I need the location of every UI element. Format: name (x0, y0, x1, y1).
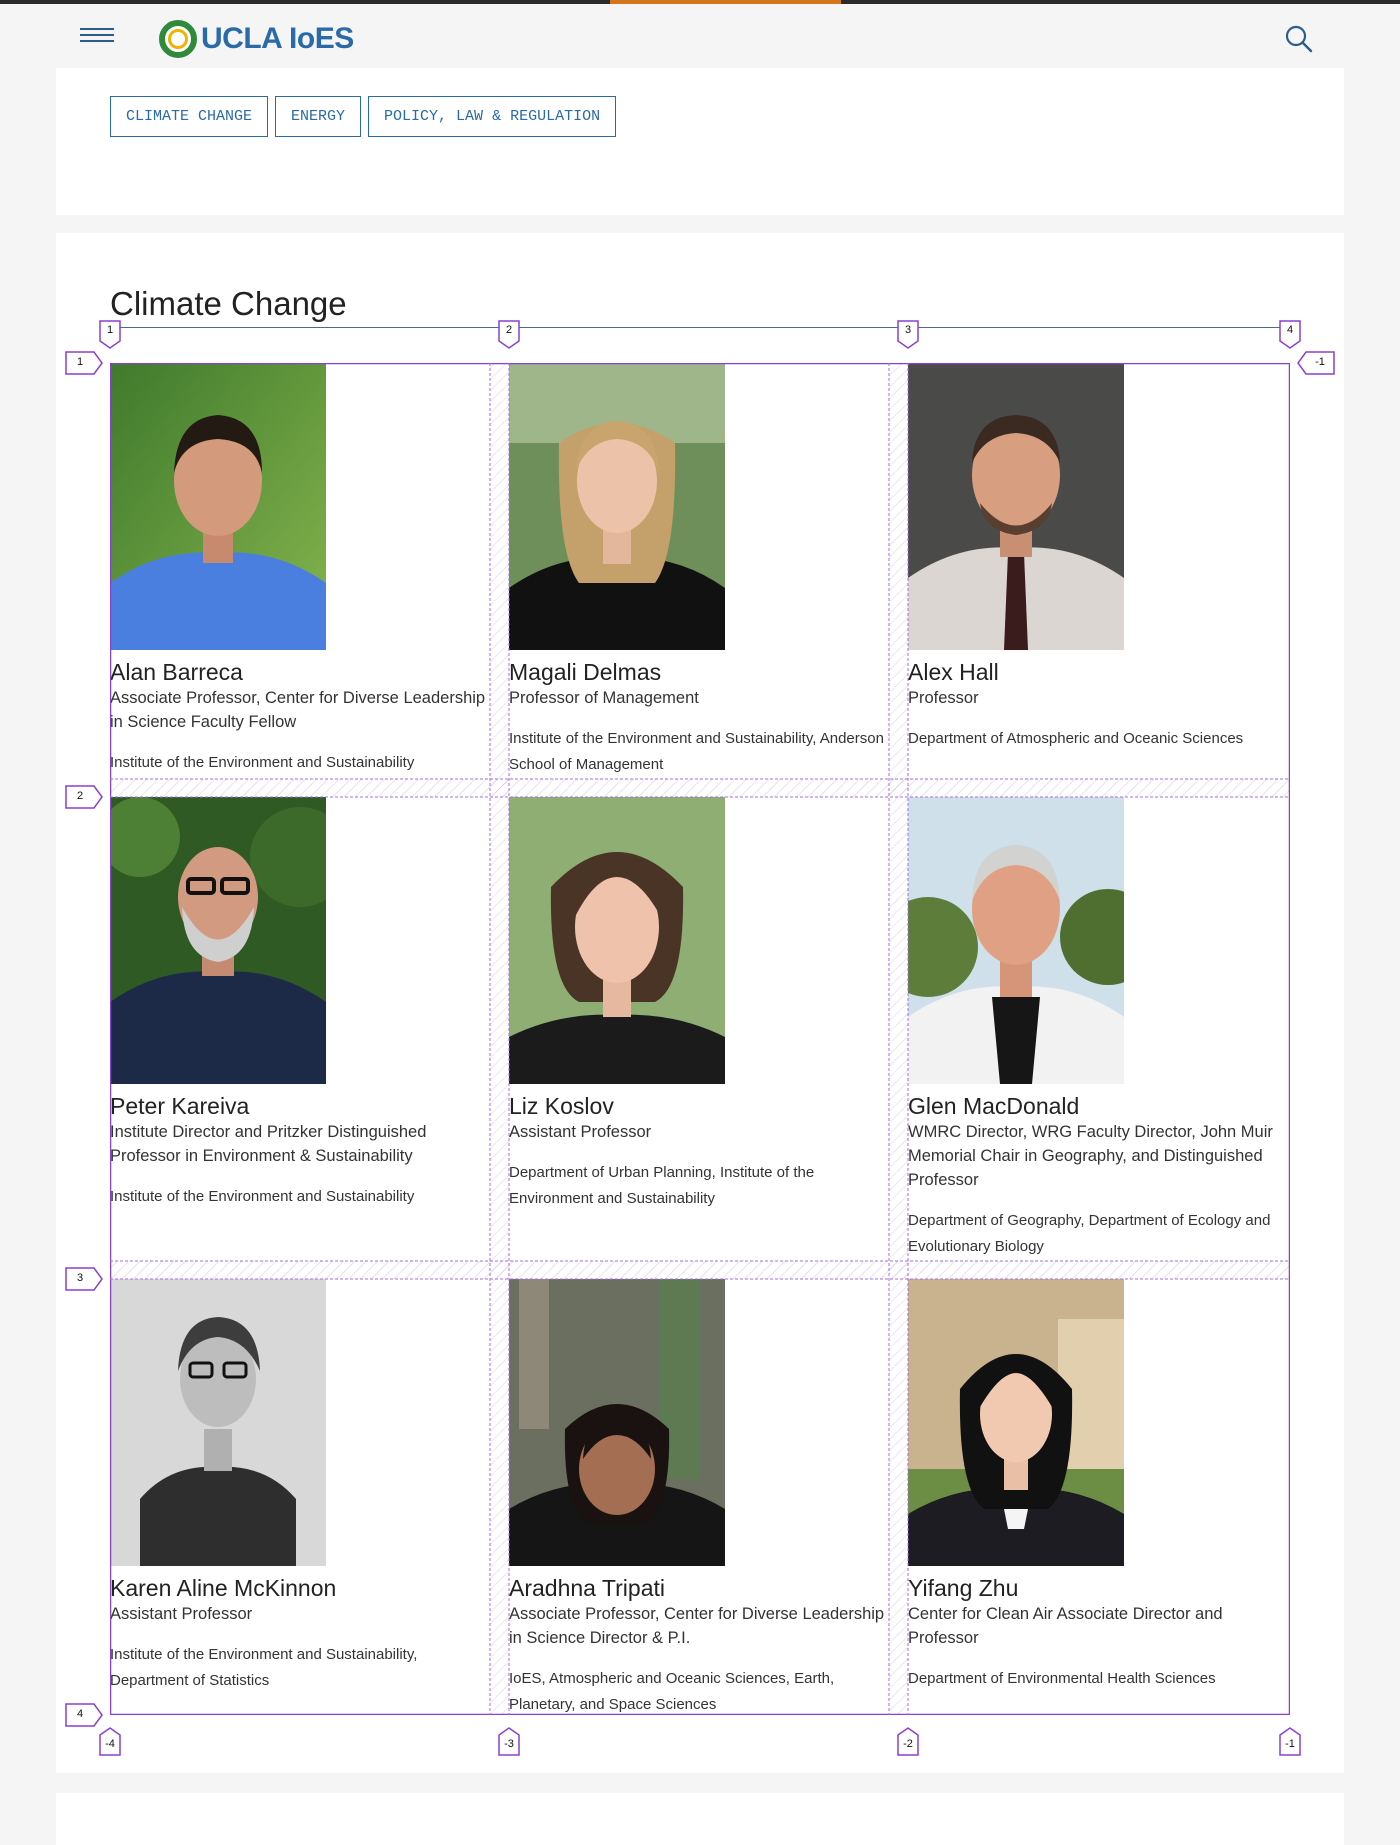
person-title: Professor of Management (509, 689, 699, 707)
hamburger-menu-icon[interactable] (80, 26, 114, 46)
topic-tags: CLIMATE CHANGE ENERGY POLICY, LAW & REGU… (110, 96, 617, 137)
person-title: Assistant Professor (509, 1123, 652, 1141)
person-department: IoES, Atmospheric and Oceanic Sciences, … (509, 1670, 835, 1713)
person-title: WMRC Director, WRG Faculty Director, Joh… (908, 1123, 1273, 1189)
people-section: Climate Change Alan Barreca Associate Pr… (56, 233, 1344, 1773)
person-title: Institute Director and Pritzker Distingu… (110, 1123, 427, 1165)
person-card[interactable]: Alan Barreca Associate Professor, Center… (110, 363, 490, 776)
person-photo (908, 363, 1124, 650)
grid-row-label: 2 (64, 784, 104, 810)
person-card[interactable]: Peter Kareiva Institute Director and Pri… (110, 797, 490, 1210)
person-name[interactable]: Peter Kareiva (110, 1092, 490, 1120)
person-department: Institute of the Environment and Sustain… (110, 754, 415, 771)
next-section-card (56, 1793, 1344, 1845)
grid-col-label: -4 (98, 1727, 122, 1757)
tag-climate-change[interactable]: CLIMATE CHANGE (110, 96, 269, 137)
person-name[interactable]: Alan Barreca (110, 658, 490, 686)
search-icon[interactable] (1284, 24, 1314, 54)
grid-row-label: -1 (1296, 350, 1336, 376)
person-name[interactable]: Alex Hall (908, 658, 1290, 686)
title-divider (110, 327, 1290, 328)
person-card[interactable]: Liz Koslov Assistant Professor Departmen… (509, 797, 889, 1212)
person-department: Department of Urban Planning, Institute … (509, 1164, 815, 1207)
logo-ring-icon (159, 20, 197, 58)
grid-col-label: -2 (896, 1727, 920, 1757)
person-card[interactable]: Karen Aline McKinnon Assistant Professor… (110, 1279, 490, 1694)
tags-card: CLIMATE CHANGE ENERGY POLICY, LAW & REGU… (56, 68, 1344, 215)
person-department: Department of Geography, Department of E… (908, 1212, 1271, 1255)
person-name[interactable]: Magali Delmas (509, 658, 889, 686)
person-photo (110, 797, 326, 1084)
grid-row-label: 3 (64, 1266, 104, 1292)
person-name[interactable]: Glen MacDonald (908, 1092, 1290, 1120)
person-card[interactable]: Alex Hall Professor Department of Atmosp… (908, 363, 1290, 752)
person-name[interactable]: Aradhna Tripati (509, 1574, 889, 1602)
person-department: Department of Atmospheric and Oceanic Sc… (908, 730, 1244, 747)
grid-col-label: -1 (1278, 1727, 1302, 1757)
grid-col-label: 4 (1278, 319, 1302, 349)
person-card[interactable]: Aradhna Tripati Associate Professor, Cen… (509, 1279, 889, 1718)
grid-col-label: 2 (497, 319, 521, 349)
grid-col-label: -3 (497, 1727, 521, 1757)
person-title: Professor (908, 689, 979, 707)
people-grid: Alan Barreca Associate Professor, Center… (65, 320, 1335, 1756)
person-photo (509, 797, 725, 1084)
person-department: Department of Environmental Health Scien… (908, 1670, 1216, 1687)
grid-col-label: 3 (896, 319, 920, 349)
person-photo (509, 1279, 725, 1566)
person-name[interactable]: Karen Aline McKinnon (110, 1574, 490, 1602)
person-photo (908, 797, 1124, 1084)
person-department: Institute of the Environment and Sustain… (110, 1188, 415, 1205)
person-card[interactable]: Glen MacDonald WMRC Director, WRG Facult… (908, 797, 1290, 1260)
site-logo[interactable]: UCLA IoES (159, 18, 354, 60)
site-header: UCLA IoES (0, 4, 1400, 70)
person-title: Assistant Professor (110, 1605, 253, 1623)
tag-policy-law-regulation[interactable]: POLICY, LAW & REGULATION (368, 96, 617, 137)
person-name[interactable]: Liz Koslov (509, 1092, 889, 1120)
grid-col-label: 1 (98, 319, 122, 349)
person-photo (110, 363, 326, 650)
tag-energy[interactable]: ENERGY (275, 96, 362, 137)
person-title: Associate Professor, Center for Diverse … (509, 1605, 885, 1647)
person-name[interactable]: Yifang Zhu (908, 1574, 1290, 1602)
person-title: Center for Clean Air Associate Director … (908, 1605, 1223, 1647)
person-department: Institute of the Environment and Sustain… (509, 730, 884, 773)
person-photo (908, 1279, 1124, 1566)
person-department: Institute of the Environment and Sustain… (110, 1646, 418, 1689)
person-photo (110, 1279, 326, 1566)
person-card[interactable]: Yifang Zhu Center for Clean Air Associat… (908, 1279, 1290, 1692)
grid-row-label: 4 (64, 1702, 104, 1728)
logo-text: UCLA IoES (201, 22, 354, 55)
grid-row-label: 1 (64, 350, 104, 376)
person-title: Associate Professor, Center for Diverse … (110, 689, 486, 731)
person-card[interactable]: Magali Delmas Professor of Management In… (509, 363, 889, 778)
person-photo (509, 363, 725, 650)
section-title: Climate Change (110, 285, 347, 322)
